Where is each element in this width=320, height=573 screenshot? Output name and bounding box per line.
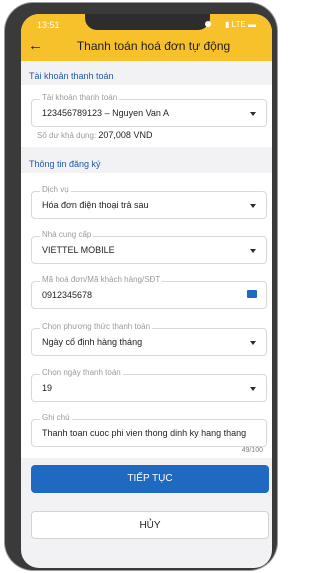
payment-day-field-label: Chọn ngày thanh toán <box>40 368 123 377</box>
continue-button[interactable]: TIẾP TỤC <box>31 465 269 493</box>
signal-icon: ▮ <box>225 20 230 29</box>
app-screen: 13:51 ▮ LTE ▬ ← Thanh toán hoá đơn tự độ… <box>21 14 272 568</box>
account-field-label: Tài khoản thanh toán <box>40 93 120 102</box>
service-select[interactable]: Dịch vụ Hóa đơn điện thoại trả sau <box>31 185 267 219</box>
phone-frame: 13:51 ▮ LTE ▬ ← Thanh toán hoá đơn tự độ… <box>5 3 277 570</box>
page-title: Thanh toán hoá đơn tự động <box>76 39 231 53</box>
account-field-value: 123456789123 – Nguyen Van A <box>42 108 169 118</box>
payment-method-field-value: Ngày cố định hàng tháng <box>42 337 143 347</box>
balance-row: Số dư khả dụng: 207,008 VND <box>37 130 152 140</box>
back-arrow-icon[interactable]: ← <box>28 38 44 54</box>
status-time: 13:51 <box>37 20 60 30</box>
account-card: Tài khoản thanh toán 123456789123 – Nguy… <box>21 85 272 147</box>
note-input[interactable]: Ghi chú Thanh toan cuoc phi vien thong d… <box>31 413 267 447</box>
invoice-input[interactable]: Mã hoá đơn/Mã khách hàng/SĐT 0912345678 <box>31 275 267 309</box>
dropdown-icon <box>250 387 256 391</box>
dropdown-icon <box>250 112 256 116</box>
invoice-field-label: Mã hoá đơn/Mã khách hàng/SĐT <box>40 275 163 284</box>
registration-section-title: Thông tin đăng ký <box>29 159 101 169</box>
payment-method-select[interactable]: Chọn phương thức thanh toán Ngày cố định… <box>31 322 267 356</box>
network-status: ▮ LTE ▬ <box>225 20 256 29</box>
payment-day-field-value: 19 <box>42 383 53 393</box>
note-char-counter: 49/100 <box>241 447 263 454</box>
account-select[interactable]: Tài khoản thanh toán 123456789123 – Nguy… <box>31 93 267 127</box>
payment-method-field-label: Chọn phương thức thanh toán <box>40 322 153 331</box>
provider-select[interactable]: Nhà cung cấp VIETTEL MOBILE <box>31 230 267 264</box>
contact-card-icon[interactable] <box>247 290 257 298</box>
balance-value: 207,008 VND <box>98 130 153 140</box>
balance-label: Số dư khả dụng: <box>37 131 99 140</box>
network-type: LTE <box>231 20 246 29</box>
cancel-button[interactable]: HỦY <box>31 511 269 539</box>
account-section-title: Tài khoản thanh toán <box>29 71 114 81</box>
service-field-label: Dịch vụ <box>40 185 71 194</box>
phone-notch <box>85 14 210 30</box>
provider-field-value: VIETTEL MOBILE <box>42 245 115 255</box>
payment-day-select[interactable]: Chọn ngày thanh toán 19 <box>31 368 267 402</box>
battery-icon: ▬ <box>247 20 256 29</box>
dropdown-icon <box>250 204 256 208</box>
dropdown-icon <box>250 341 256 345</box>
invoice-field-value: 0912345678 <box>42 290 93 300</box>
app-header: 13:51 ▮ LTE ▬ ← Thanh toán hoá đơn tự độ… <box>21 14 272 61</box>
note-field-value: Thanh toan cuoc phi vien thong dinh ky h… <box>42 428 247 438</box>
registration-card: Dịch vụ Hóa đơn điện thoại trả sau Nhà c… <box>21 173 272 458</box>
note-field-label: Ghi chú <box>40 413 72 422</box>
provider-field-label: Nhà cung cấp <box>40 230 94 239</box>
dropdown-icon <box>250 249 256 253</box>
camera-icon <box>205 21 211 27</box>
service-field-value: Hóa đơn điện thoại trả sau <box>42 200 149 210</box>
